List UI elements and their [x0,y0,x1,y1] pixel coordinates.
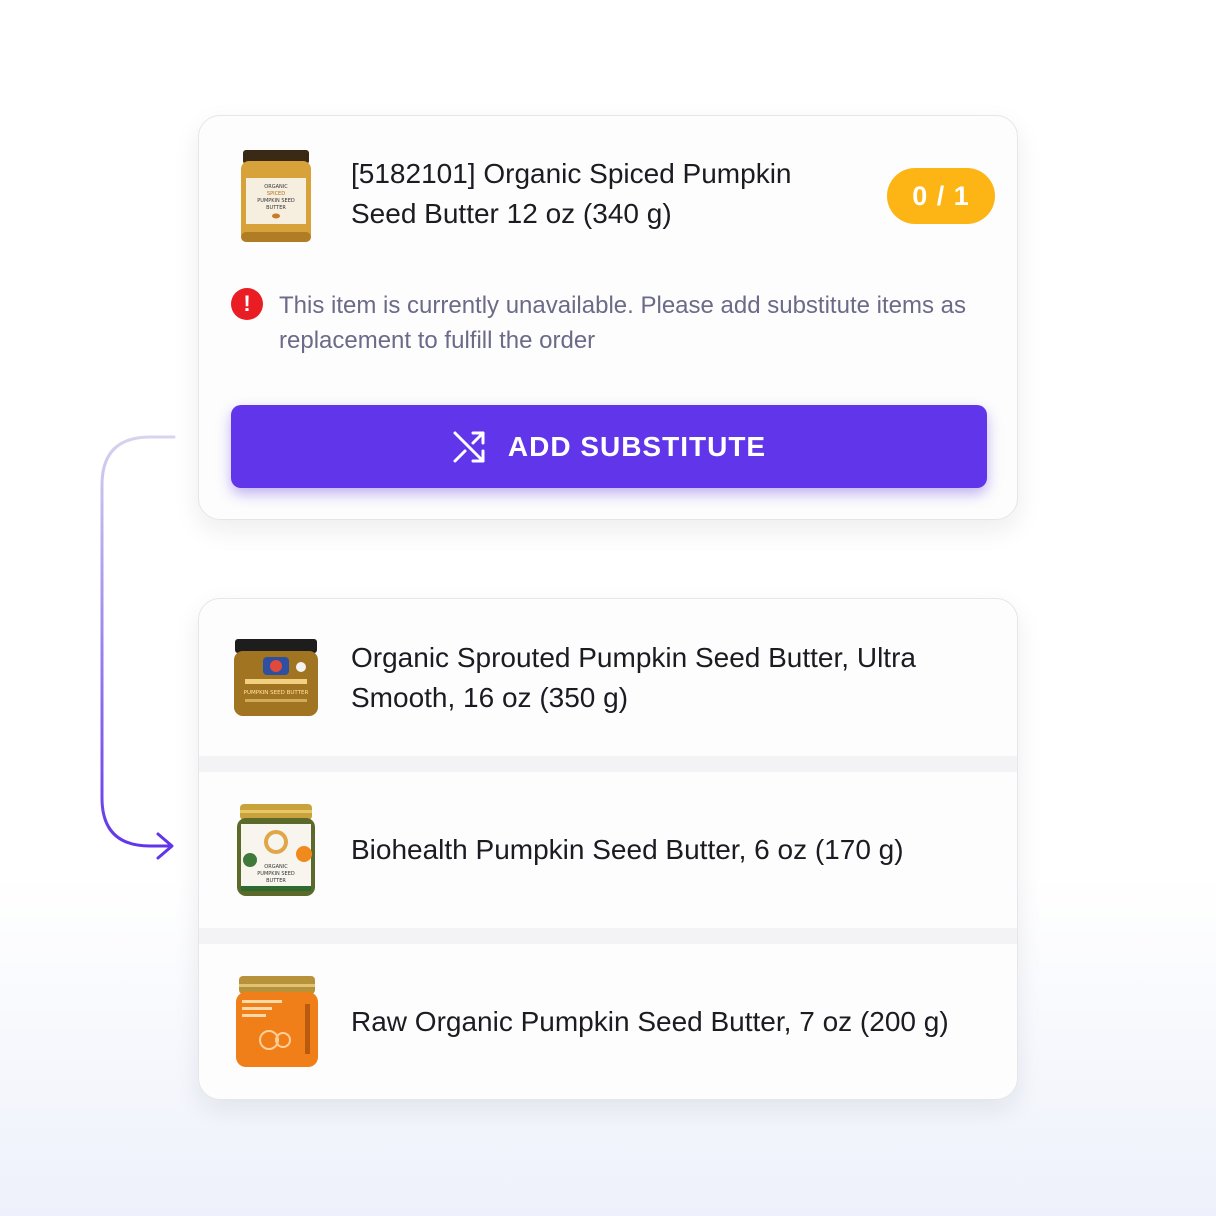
substitute-title: Organic Sprouted Pumpkin Seed Butter, Ul… [351,642,916,713]
svg-text:PUMPKIN SEED: PUMPKIN SEED [257,198,295,204]
item-title: [5182101] Organic Spiced Pumpkin Seed Bu… [351,158,792,229]
substitute-title: Raw Organic Pumpkin Seed Butter, 7 oz (2… [351,1006,949,1037]
svg-text:PUMPKIN SEED: PUMPKIN SEED [257,871,295,877]
quantity-badge: 0 / 1 [887,168,995,224]
svg-text:BUTTER: BUTTER [266,205,286,211]
product-jar-image [236,976,318,1067]
unavailable-item-card: ORGANIC SPICED PUMPKIN SEED BUTTER [5182… [198,115,1018,520]
substitute-item[interactable]: PUMPKIN SEED BUTTER Organic Sprouted Pum… [199,599,1017,756]
product-jar-image: PUMPKIN SEED BUTTER [234,639,318,716]
svg-text:BUTTER: BUTTER [266,878,286,884]
substitute-item[interactable]: ORGANIC PUMPKIN SEED BUTTER Biohealth Pu… [199,772,1017,928]
exclamation-icon: ! [231,288,263,320]
svg-text:ORGANIC: ORGANIC [264,864,288,870]
add-substitute-label: ADD SUBSTITUTE [507,430,767,462]
unavailable-message: This item is currently unavailable. Plea… [279,292,966,354]
svg-text:PUMPKIN SEED BUTTER: PUMPKIN SEED BUTTER [244,690,309,696]
svg-text:SPICED: SPICED [267,191,285,197]
shuffle-icon [453,431,485,462]
product-jar-image: ORGANIC PUMPKIN SEED BUTTER [237,804,315,896]
svg-text:ORGANIC: ORGANIC [264,184,288,190]
substitutes-list: PUMPKIN SEED BUTTER Organic Sprouted Pum… [198,598,1018,1100]
add-substitute-button[interactable]: ADD SUBSTITUTE [231,405,987,488]
substitute-title: Biohealth Pumpkin Seed Butter, 6 oz (170… [351,834,904,865]
product-jar-image: ORGANIC SPICED PUMPKIN SEED BUTTER [241,150,311,242]
substitute-item[interactable]: Raw Organic Pumpkin Seed Butter, 7 oz (2… [199,944,1017,1099]
